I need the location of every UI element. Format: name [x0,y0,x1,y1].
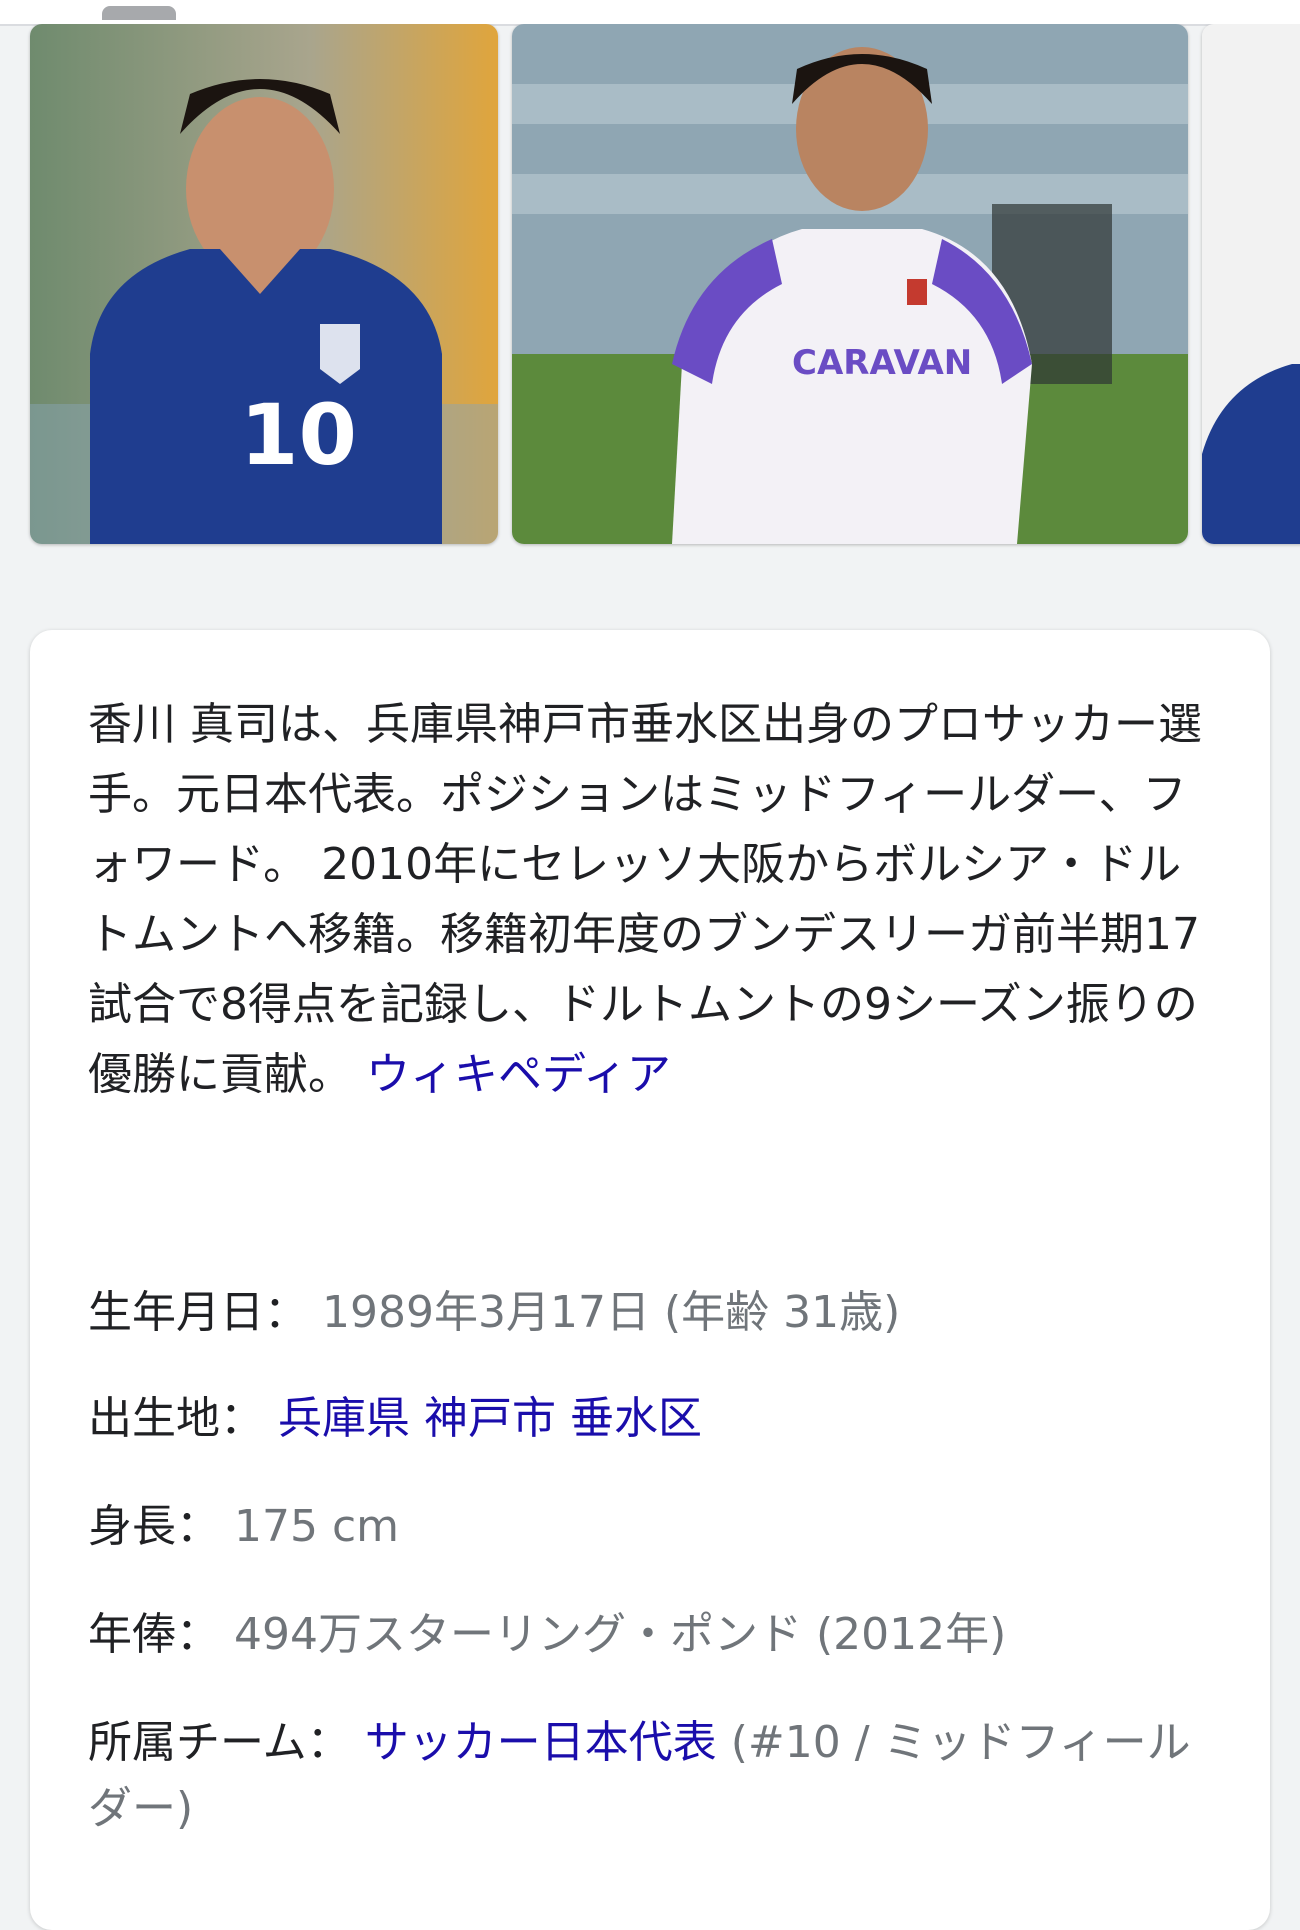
fact-salary: 年俸： 494万スターリング・ポンド (2012年) [88,1609,1007,1660]
player-photo-partial[interactable] [1202,24,1300,544]
fact-value: 175 cm [234,1501,400,1552]
image-carousel[interactable]: 10 CARAVAN [0,24,1300,554]
player-photo-japan[interactable]: 10 [30,24,498,544]
fact-birthplace: 出生地： 兵庫県 神戸市 垂水区 [88,1393,702,1444]
description: 香川 真司は、兵庫県神戸市垂水区出身のプロサッカー選手。元日本代表。ポジションは… [88,690,1208,1110]
drag-handle[interactable] [102,6,176,20]
fact-label: 出生地 [88,1393,220,1444]
fact-birth-date: 生年月日： 1989年3月17日 (年齢 31歳) [88,1287,901,1338]
wikipedia-link[interactable]: ウィキペディア [366,1049,671,1100]
svg-text:CARAVAN: CARAVAN [792,343,972,383]
knowledge-panel: 香川 真司は、兵庫県神戸市垂水区出身のプロサッカー選手。元日本代表。ポジションは… [30,630,1270,1930]
fact-value: 494万スターリング・ポンド (2012年) [234,1609,1007,1660]
birthplace-link-ward[interactable]: 垂水区 [570,1393,702,1444]
fact-team: 所属チーム： サッカー日本代表 (#10 / ミッドフィールダー) [88,1717,1191,1834]
fact-label: 身長 [88,1501,176,1552]
fact-label: 生年月日 [88,1287,264,1338]
svg-text:10: 10 [240,386,357,484]
birthplace-link-city[interactable]: 神戸市 [424,1393,556,1444]
fact-height: 身長： 175 cm [88,1501,400,1552]
description-text: 香川 真司は、兵庫県神戸市垂水区出身のプロサッカー選手。元日本代表。ポジションは… [88,699,1202,1100]
team-link[interactable]: サッカー日本代表 [365,1717,717,1768]
birthplace-link-prefecture[interactable]: 兵庫県 [278,1393,410,1444]
fact-value: 1989年3月17日 (年齢 31歳) [322,1287,901,1338]
browser-top-bar [0,0,1300,26]
fact-label: 所属チーム [88,1717,307,1768]
player-photo-zaragoza[interactable]: CARAVAN [512,24,1188,544]
fact-label: 年俸 [88,1609,176,1660]
